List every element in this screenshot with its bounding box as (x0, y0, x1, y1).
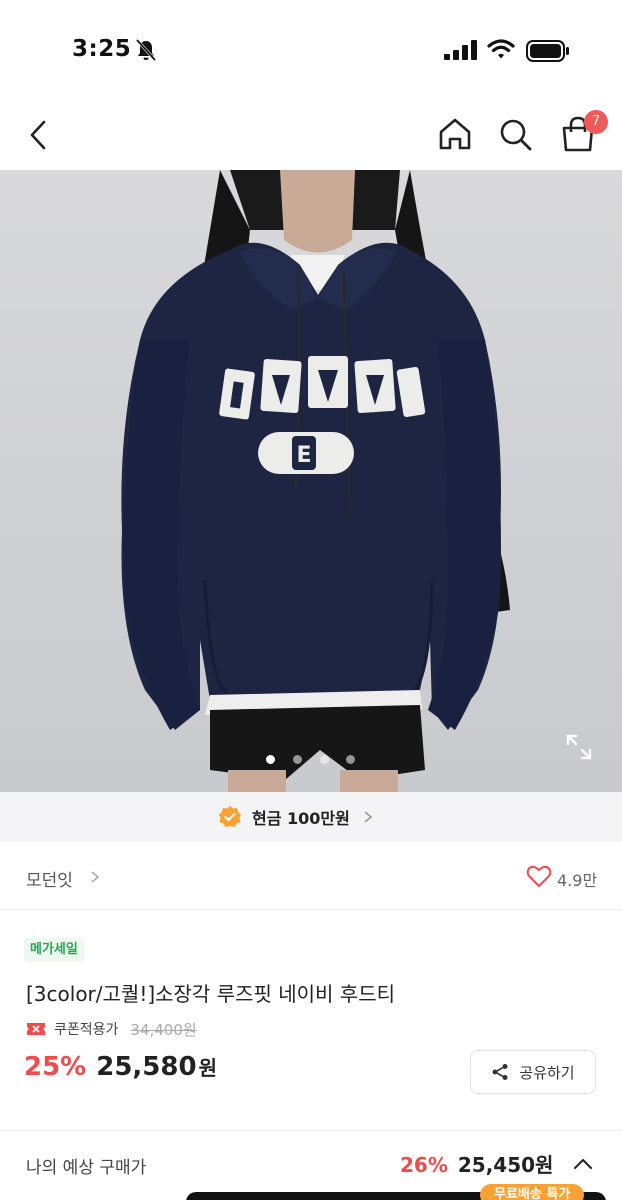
expected-price-label: 나의 예상 구매가 (26, 1158, 147, 1178)
brand-name-link[interactable]: 모던잇 (26, 866, 73, 891)
cash-benefit-banner[interactable]: 현금 100만원 (0, 792, 622, 842)
carousel-dot[interactable] (346, 755, 355, 764)
chevron-right-icon (91, 871, 100, 883)
top-nav (0, 100, 622, 170)
carousel-dot[interactable] (293, 755, 302, 764)
verified-icon (219, 806, 241, 827)
original-price: 34,400원 (130, 1020, 197, 1039)
product-info: 메가세일 [3color/고퀄!]소장각 루즈핏 네이비 후드티 쿠폰적용가 3… (0, 910, 622, 1160)
expected-price-values: 26% 25,450원 (400, 1149, 553, 1178)
price-unit: 원 (198, 1056, 217, 1080)
back-icon[interactable] (20, 114, 56, 156)
signal-icon (444, 40, 477, 60)
search-icon[interactable] (497, 114, 535, 154)
cart-count-badge: 7 (584, 110, 608, 134)
share-icon (492, 1064, 508, 1080)
price-row: 25% 25,580 원 (24, 1052, 217, 1092)
chevron-right-icon (364, 811, 373, 823)
carousel-indicator (266, 755, 356, 765)
benefit-content: 현금 100만원 (218, 804, 374, 830)
free-shipping-badge: 무료배송 특가 (480, 1184, 585, 1200)
home-icon[interactable] (436, 114, 474, 154)
expand-icon[interactable] (564, 732, 594, 762)
share-button[interactable]: 공유하기 (470, 1050, 596, 1094)
expected-discount: 26% (400, 1153, 448, 1177)
carousel-dot[interactable] (320, 755, 329, 764)
product-title: [3color/고퀄!]소장각 루즈핏 네이비 후드티 (26, 982, 396, 1006)
discount-rate: 25% (24, 1052, 87, 1082)
product-image[interactable]: E (0, 170, 622, 792)
status-bar: 3:25 (0, 0, 622, 100)
coupon-icon (27, 1023, 45, 1035)
share-label: 공유하기 (519, 1063, 575, 1082)
bell-off-icon (136, 39, 156, 61)
mega-sale-badge: 메가세일 (24, 938, 84, 962)
coupon-price-row: 쿠폰적용가 34,400원 (26, 1018, 197, 1040)
benefit-text: 현금 100만원 (252, 809, 350, 828)
wifi-icon (487, 39, 515, 59)
coupon-label: 쿠폰적용가 (54, 1022, 119, 1038)
product-photo: E (121, 170, 510, 792)
heart-icon[interactable] (526, 864, 552, 888)
svg-text:E: E (296, 443, 311, 468)
brand-row: 모던잇 4.9만 (0, 842, 622, 910)
like-count: 4.9만 (557, 871, 598, 890)
carousel-dot[interactable] (266, 755, 275, 764)
battery-icon (526, 40, 569, 62)
expected-price: 25,450원 (457, 1153, 554, 1177)
sale-price: 25,580 (96, 1052, 197, 1082)
chevron-up-icon[interactable] (572, 1157, 594, 1171)
status-time: 3:25 (72, 36, 132, 62)
